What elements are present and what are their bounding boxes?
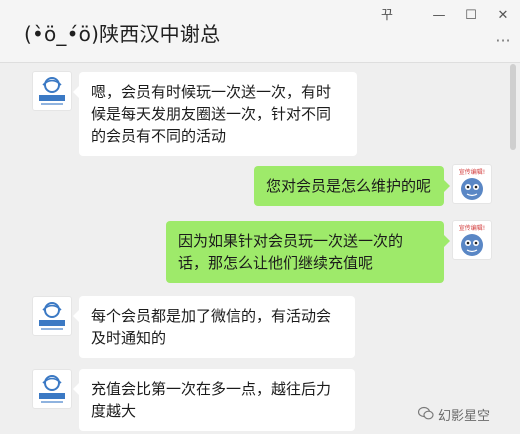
minimize-button[interactable]: — bbox=[426, 6, 452, 26]
incoming-message[interactable]: 充值会比第一次在多一点，越往后力度越大 bbox=[73, 369, 355, 431]
close-button[interactable]: ✕ bbox=[490, 6, 516, 26]
incoming-message[interactable]: 嗯，会员有时候玩一次送一次，有时候是每天发朋友圈送一次，针对不同的会员有不同的活… bbox=[73, 72, 357, 156]
scrollbar[interactable] bbox=[510, 64, 516, 150]
brand-logo-icon bbox=[39, 375, 65, 403]
contact-avatar[interactable] bbox=[32, 296, 72, 336]
cartoon-mascot-icon: 宣传编辑! bbox=[456, 223, 488, 256]
watermark-text: 幻影星空 bbox=[438, 409, 491, 424]
brand-logo-icon bbox=[39, 302, 65, 330]
cartoon-mascot-icon: 宣传编辑! bbox=[456, 167, 488, 200]
maximize-button[interactable]: ☐ bbox=[458, 6, 484, 26]
avatar-badge: 宣传编辑! bbox=[459, 224, 485, 232]
avatar-badge: 宣传编辑! bbox=[459, 168, 485, 176]
self-avatar[interactable]: 宣传编辑! bbox=[452, 220, 492, 260]
contact-avatar[interactable] bbox=[32, 71, 72, 111]
outgoing-message[interactable]: 您对会员是怎么维护的呢 bbox=[254, 166, 450, 206]
more-options-button[interactable]: ··· bbox=[492, 33, 514, 49]
self-avatar[interactable]: 宣传编辑! bbox=[452, 164, 492, 204]
pin-icon[interactable]: 꾸 bbox=[374, 6, 400, 26]
title-bar: (•̀ö_•́ö)陕西汉中谢总 꾸 — ☐ ✕ ··· bbox=[0, 0, 520, 63]
outgoing-message[interactable]: 因为如果针对会员玩一次送一次的话，那怎么让他们继续充值呢 bbox=[166, 221, 450, 283]
brand-logo-icon bbox=[39, 77, 65, 105]
contact-avatar[interactable] bbox=[32, 369, 72, 409]
chat-title: (•̀ö_•́ö)陕西汉中谢总 bbox=[24, 22, 221, 46]
watermark: 幻影星空 bbox=[417, 406, 491, 427]
wechat-icon bbox=[417, 406, 434, 427]
chat-window: (•̀ö_•́ö)陕西汉中谢总 꾸 — ☐ ✕ ··· 嗯，会员有时候玩一次送一… bbox=[0, 0, 520, 434]
incoming-message[interactable]: 每个会员都是加了微信的，有活动会及时通知的 bbox=[73, 296, 355, 358]
